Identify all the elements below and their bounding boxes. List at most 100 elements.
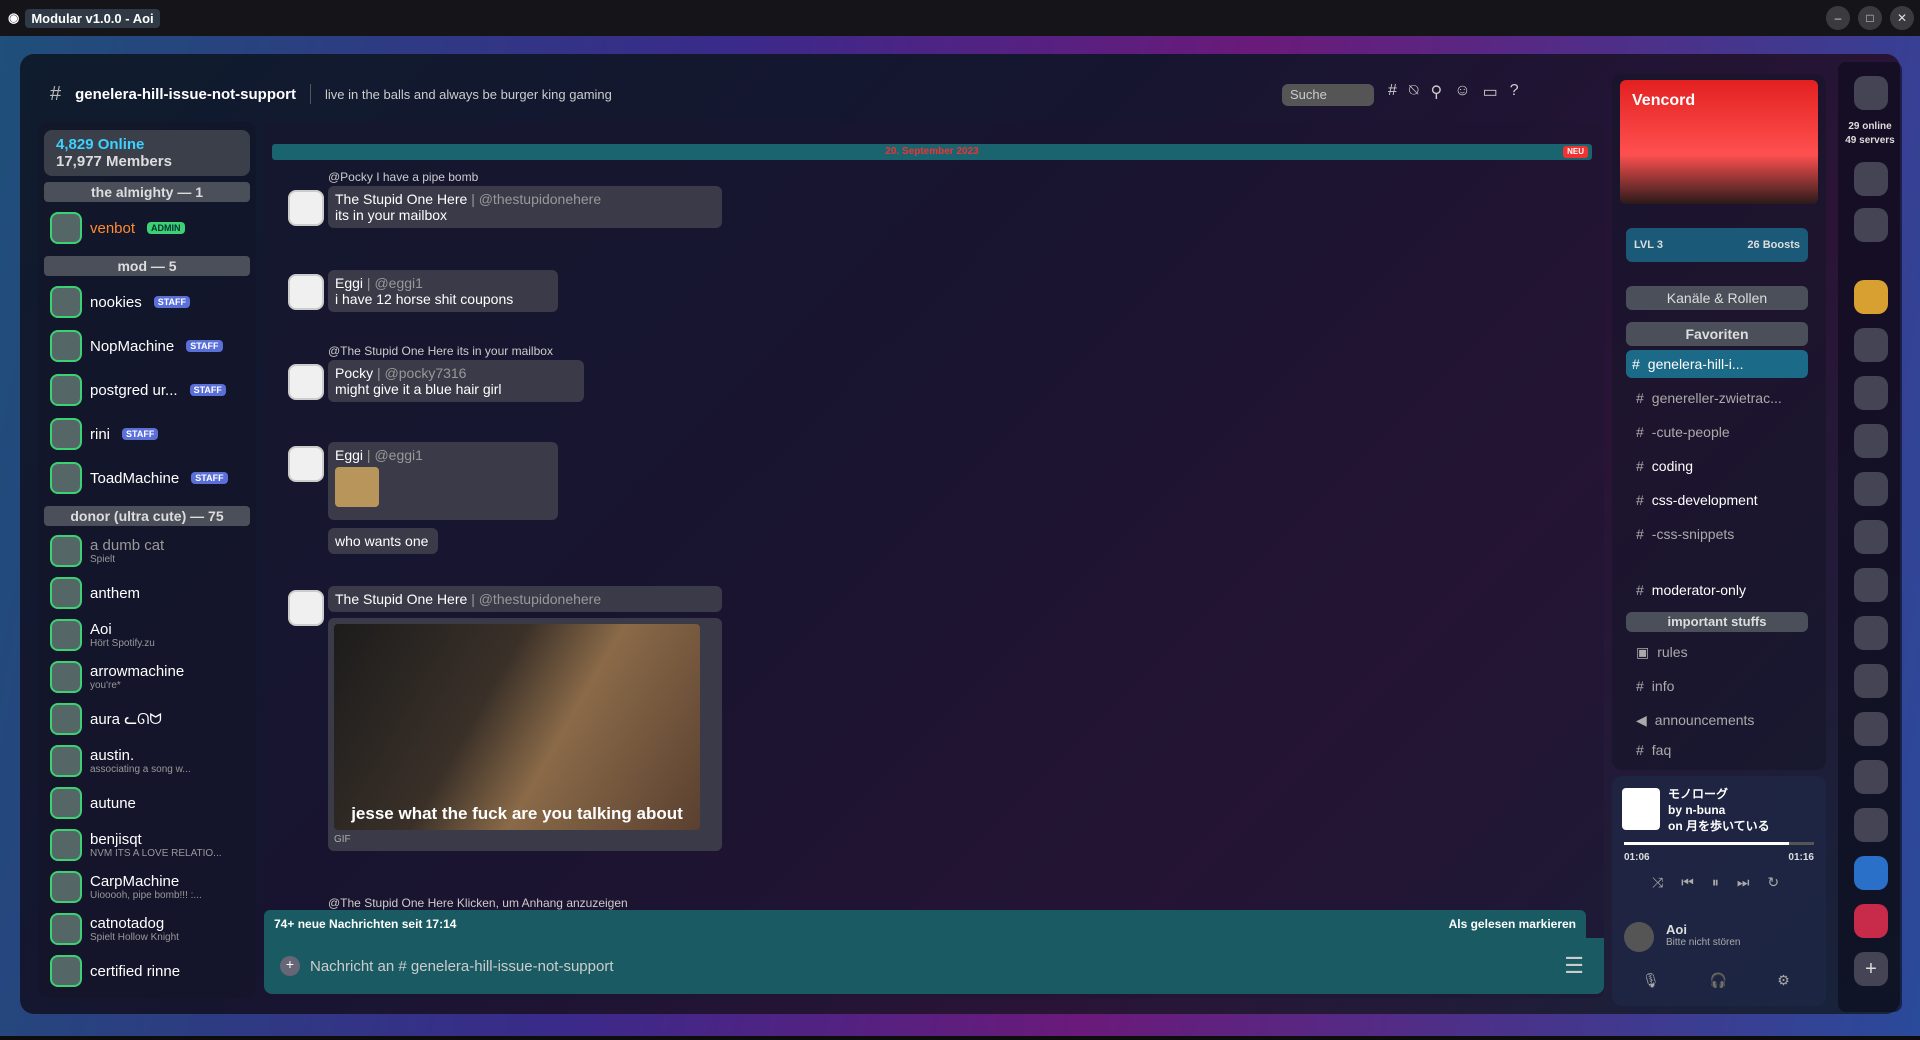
channel-item[interactable]: # coding bbox=[1630, 452, 1810, 480]
deafen-icon[interactable]: 🎧 bbox=[1710, 972, 1727, 989]
channel-item[interactable]: # info bbox=[1630, 672, 1810, 700]
member[interactable]: nookies STAFF bbox=[38, 280, 256, 324]
member[interactable]: venbot ADMIN bbox=[38, 206, 256, 250]
member[interactable]: postgred ur... STAFF bbox=[38, 368, 256, 412]
mute-icon[interactable]: ⍉ bbox=[1409, 82, 1419, 102]
server-icon[interactable] bbox=[1854, 162, 1888, 196]
category-header[interactable]: important stuffs bbox=[1626, 612, 1808, 632]
server-icon[interactable] bbox=[1854, 208, 1888, 242]
channel-item[interactable]: # css-development bbox=[1630, 486, 1810, 514]
message-author[interactable]: The Stupid One Here bbox=[335, 191, 467, 207]
pin-icon[interactable]: ⚲ bbox=[1431, 82, 1443, 102]
server-banner[interactable]: Vencord bbox=[1620, 80, 1818, 204]
server-icon[interactable] bbox=[1854, 376, 1888, 410]
gif-image[interactable]: jesse what the fuck are you talking abou… bbox=[334, 624, 700, 830]
channel-item[interactable]: ◀ announcements bbox=[1630, 706, 1810, 734]
member[interactable]: arrowmachine you're* bbox=[38, 656, 256, 698]
member[interactable]: ToadMachine STAFF bbox=[38, 456, 256, 500]
avatar[interactable] bbox=[288, 274, 324, 310]
member[interactable]: a dumb cat Spielt bbox=[38, 530, 256, 572]
message[interactable]: Eggi | @eggi1 i have 12 horse shit coupo… bbox=[288, 270, 558, 312]
message[interactable]: @The Stupid One Here its in your mailbox… bbox=[288, 344, 584, 402]
next-icon[interactable]: ⏭ bbox=[1737, 874, 1750, 891]
member[interactable]: CarpMachine Uiooooh, pipe bomb!!! :... bbox=[38, 866, 256, 908]
message-author[interactable]: Eggi bbox=[335, 447, 363, 463]
channel-item[interactable]: # genelera-hill-i... bbox=[1626, 350, 1808, 378]
reply-preview[interactable]: @The Stupid One Here its in your mailbox bbox=[328, 344, 584, 360]
message[interactable]: Eggi | @eggi1 who wants one bbox=[288, 442, 558, 554]
maximize-button[interactable]: □ bbox=[1858, 6, 1882, 30]
search-input[interactable]: Suche bbox=[1282, 84, 1374, 106]
inbox-icon[interactable]: ▭ bbox=[1483, 82, 1498, 102]
boost-bar[interactable]: LVL 3 26 Boosts bbox=[1626, 228, 1808, 262]
help-icon[interactable]: ? bbox=[1510, 82, 1519, 102]
members-icon[interactable]: ☺ bbox=[1454, 82, 1470, 102]
avatar[interactable] bbox=[288, 190, 324, 226]
member[interactable]: benjisqt NVM ITS A LOVE RELATIO... bbox=[38, 824, 256, 866]
pause-icon[interactable]: ⏸ bbox=[1712, 874, 1719, 891]
member[interactable]: Aoi Hört Spotify.zu bbox=[38, 614, 256, 656]
previous-icon[interactable]: ⏮ bbox=[1681, 874, 1694, 891]
server-icon[interactable] bbox=[1854, 808, 1888, 842]
message-author[interactable]: The Stupid One Here bbox=[335, 591, 467, 607]
member[interactable]: austin. associating a song w... bbox=[38, 740, 256, 782]
message[interactable]: @Pocky I have a pipe bomb The Stupid One… bbox=[288, 170, 722, 228]
home-icon[interactable] bbox=[1854, 76, 1888, 110]
server-icon[interactable] bbox=[1854, 712, 1888, 746]
mute-mic-icon[interactable]: 🎙 bbox=[1642, 972, 1660, 989]
channel-item[interactable]: # moderator-only bbox=[1630, 576, 1810, 604]
server-icon[interactable] bbox=[1854, 616, 1888, 650]
folder-icon[interactable] bbox=[1854, 856, 1888, 890]
channel-item[interactable]: # -css-snippets bbox=[1630, 520, 1810, 548]
channel-label: css-development bbox=[1651, 492, 1758, 508]
message-input[interactable]: + Nachricht an # genelera-hill-issue-not… bbox=[264, 938, 1604, 994]
folder-icon[interactable] bbox=[1854, 280, 1888, 314]
member[interactable]: NopMachine STAFF bbox=[38, 324, 256, 368]
server-icon[interactable] bbox=[1854, 520, 1888, 554]
avatar[interactable] bbox=[288, 590, 324, 626]
add-attachment-icon[interactable]: + bbox=[280, 956, 300, 976]
message[interactable]: The Stupid One Here | @thestupidonehere … bbox=[288, 586, 722, 851]
member[interactable]: autune bbox=[38, 782, 256, 824]
server-icon[interactable] bbox=[1854, 568, 1888, 602]
shuffle-icon[interactable]: ⤨ bbox=[1652, 874, 1663, 891]
mark-read-button[interactable]: Als gelesen markieren bbox=[1449, 917, 1576, 931]
member[interactable]: certified rinne bbox=[38, 950, 256, 992]
server-icon[interactable] bbox=[1854, 760, 1888, 794]
member[interactable]: rini STAFF bbox=[38, 412, 256, 456]
minimize-button[interactable]: – bbox=[1826, 6, 1850, 30]
avatar[interactable] bbox=[288, 446, 324, 482]
progress-bar[interactable] bbox=[1624, 842, 1814, 845]
member[interactable]: catnotadog Spielt Hollow Knight bbox=[38, 908, 256, 950]
gif-embed[interactable]: jesse what the fuck are you talking abou… bbox=[328, 618, 722, 851]
folder-icon[interactable] bbox=[1854, 904, 1888, 938]
song-title: モノローグ bbox=[1668, 787, 1729, 801]
threads-icon[interactable]: # bbox=[1388, 82, 1397, 102]
server-icon[interactable] bbox=[1854, 424, 1888, 458]
new-messages-bar[interactable]: 74+ neue Nachrichten seit 17:14 Als gele… bbox=[264, 910, 1586, 938]
channel-item[interactable]: ▣ rules bbox=[1630, 638, 1810, 666]
channel-header: # genelera-hill-issue-not-support live i… bbox=[40, 74, 1600, 114]
avatar[interactable] bbox=[1624, 922, 1654, 952]
channels-roles-button[interactable]: Kanäle & Rollen bbox=[1626, 286, 1808, 310]
message-author[interactable]: Pocky bbox=[335, 365, 373, 381]
settings-icon[interactable]: ⚙ bbox=[1777, 972, 1790, 989]
server-icon[interactable] bbox=[1854, 664, 1888, 698]
avatar bbox=[50, 619, 82, 651]
member[interactable]: aura ᓚᘏᗢ bbox=[38, 698, 256, 740]
reply-preview[interactable]: @Pocky I have a pipe bomb bbox=[328, 170, 722, 186]
close-button[interactable]: ✕ bbox=[1890, 6, 1914, 30]
add-server-icon[interactable]: + bbox=[1854, 952, 1888, 986]
cat-emoji-image[interactable] bbox=[335, 467, 379, 507]
channel-item[interactable]: # -cute-people bbox=[1630, 418, 1810, 446]
channel-item[interactable]: # faq bbox=[1630, 738, 1810, 762]
channel-item[interactable]: # genereller-zwietrac... bbox=[1630, 384, 1810, 412]
server-icon[interactable] bbox=[1854, 472, 1888, 506]
album-art[interactable] bbox=[1622, 788, 1660, 830]
member[interactable]: anthem bbox=[38, 572, 256, 614]
menu-icon[interactable]: ☰ bbox=[1564, 953, 1584, 979]
message-author[interactable]: Eggi bbox=[335, 275, 363, 291]
server-icon[interactable] bbox=[1854, 328, 1888, 362]
avatar[interactable] bbox=[288, 364, 324, 400]
repeat-icon[interactable]: ↻ bbox=[1767, 874, 1779, 891]
